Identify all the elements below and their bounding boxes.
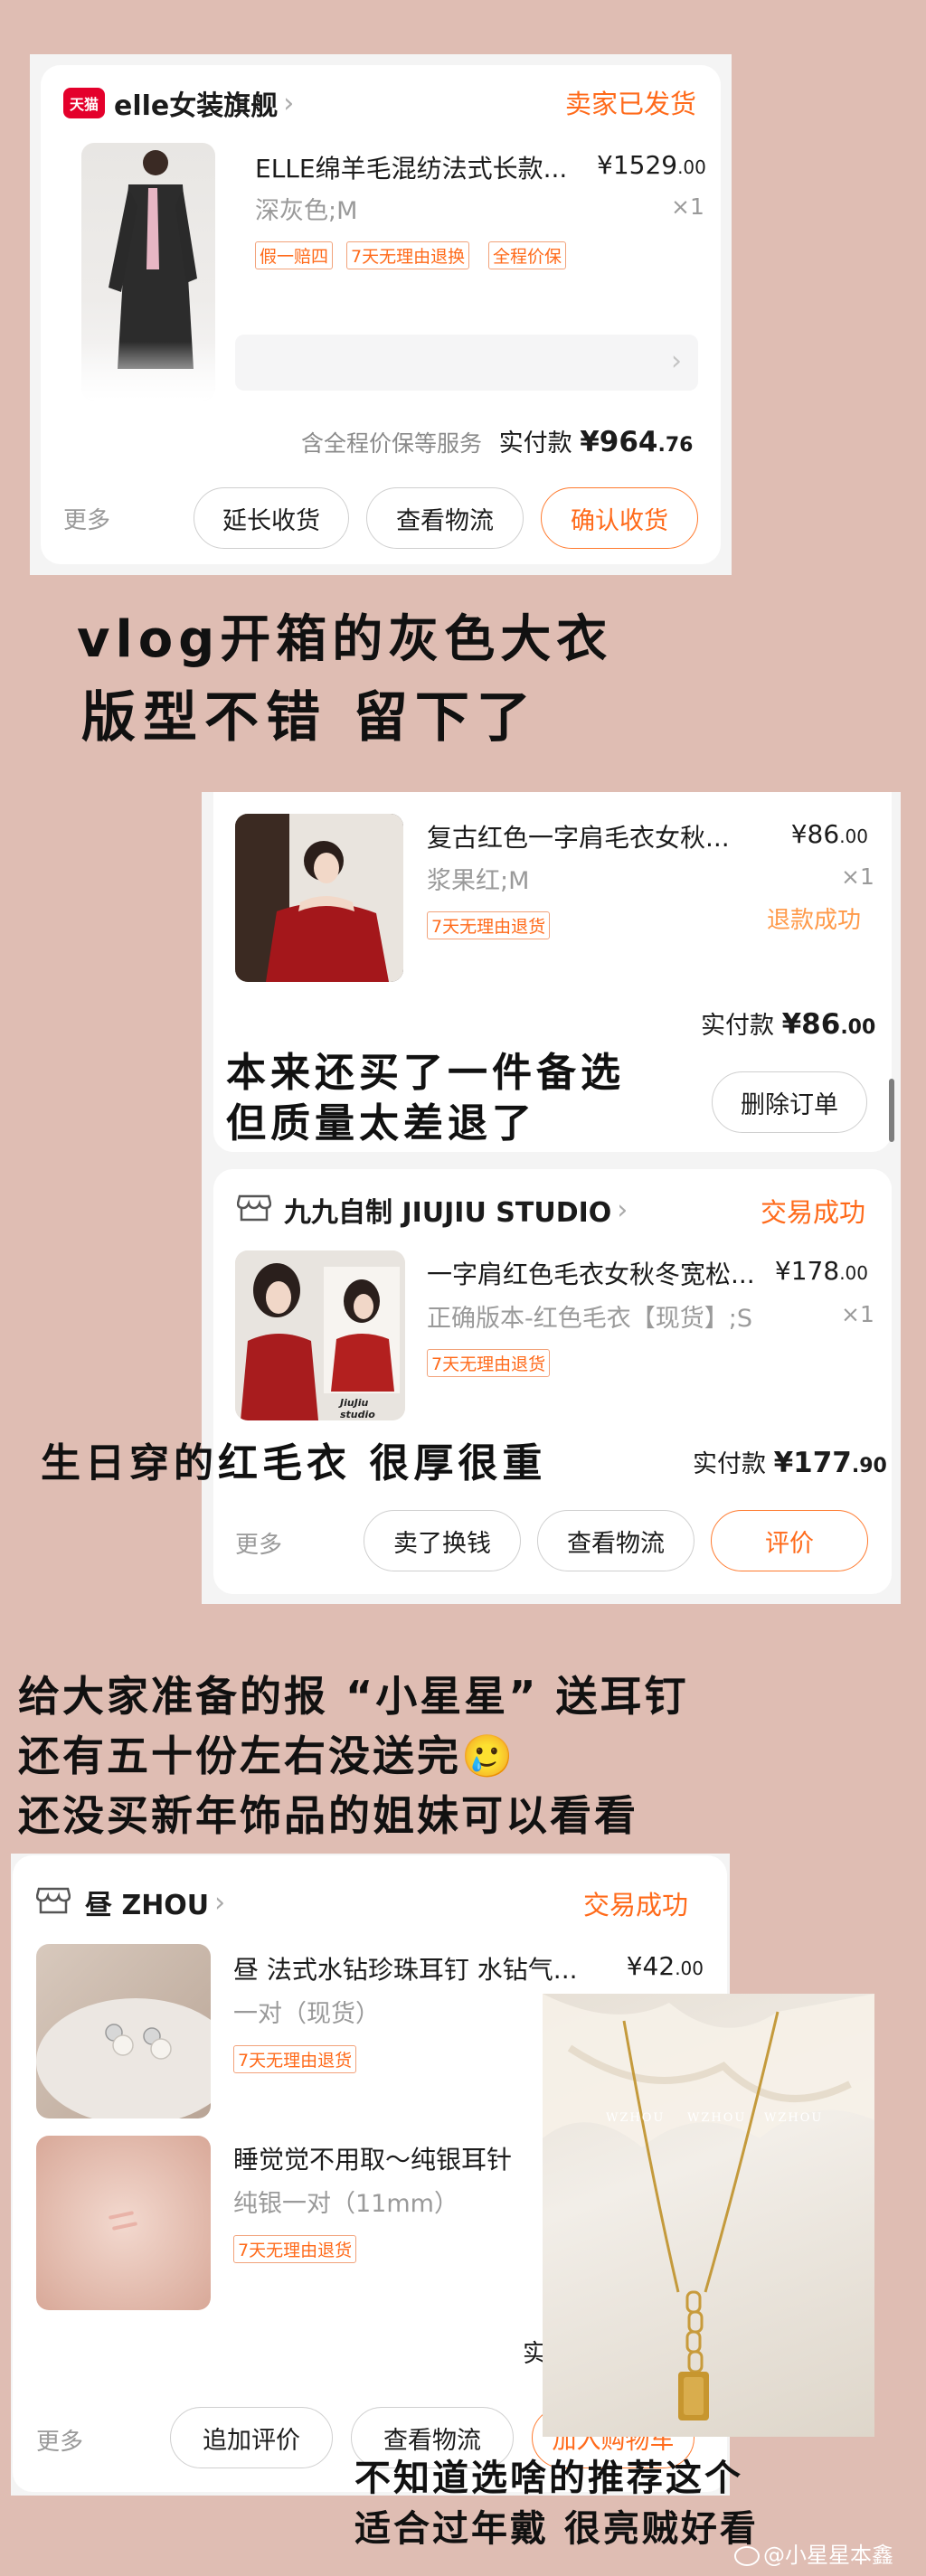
order-status: 交易成功 bbox=[583, 1890, 689, 1920]
product-title[interactable]: ELLE绵羊毛混纺法式长款... bbox=[255, 149, 590, 185]
tag-7day-return: 7天无理由退换 bbox=[346, 241, 470, 269]
chevron-right-icon: › bbox=[671, 345, 682, 377]
shop-name-label: 昼 ZHOU bbox=[85, 1890, 210, 1921]
pearl-earring-product-image[interactable] bbox=[36, 1944, 211, 2118]
product-spec: 正确版本-红色毛衣【现货】;S bbox=[427, 1305, 752, 1333]
add-review-button[interactable]: 追加评价 bbox=[170, 2407, 333, 2468]
silver-ear-stud-product-image[interactable] bbox=[36, 2136, 211, 2310]
view-logistics-button[interactable]: 查看物流 bbox=[537, 1510, 694, 1571]
necklace-photo: WZHOU WZHOU WZHOU bbox=[543, 1994, 874, 2437]
note-birthday-sweater: 生日穿的红毛衣 很厚很重 bbox=[41, 1440, 547, 1486]
tag-7day-return: 7天无理由退货 bbox=[427, 911, 551, 939]
jiujiu-sweater-product-image[interactable]: JiuJiu studio bbox=[235, 1250, 405, 1420]
product-spec: 纯银一对（11mm） bbox=[233, 2190, 458, 2218]
more-link[interactable]: 更多 bbox=[63, 502, 110, 535]
store-icon bbox=[237, 1194, 271, 1222]
coat-product-image[interactable] bbox=[81, 143, 215, 401]
order-status: 交易成功 bbox=[761, 1197, 866, 1228]
chevron-right-icon: › bbox=[214, 1886, 226, 1919]
service-row[interactable]: › bbox=[235, 335, 698, 391]
tag-7day-return: 7天无理由退货 bbox=[233, 2235, 357, 2263]
chevron-right-icon: › bbox=[617, 1194, 628, 1226]
photo-brand-text: WZHOU bbox=[687, 2111, 747, 2125]
note-necklace-line1: 不知道选啥的推荐这个 bbox=[354, 2458, 743, 2499]
product-quantity: ×1 bbox=[671, 193, 704, 220]
tag-7day-return: 7天无理由退货 bbox=[233, 2045, 357, 2073]
product-quantity: ×1 bbox=[841, 863, 874, 890]
product-title[interactable]: 一字肩红色毛衣女秋冬宽松... bbox=[427, 1255, 774, 1291]
note-earrings-line2: 还有五十份左右没送完🥲 bbox=[18, 1731, 516, 1780]
confirm-receipt-button[interactable]: 确认收货 bbox=[541, 487, 698, 549]
product-spec: 深灰色;M bbox=[255, 197, 358, 225]
order1-paid-row: 含全程价保等服务 实付款 ¥964.76 bbox=[301, 426, 694, 458]
order-status: 卖家已发货 bbox=[565, 89, 697, 119]
scrollbar[interactable] bbox=[889, 1079, 894, 1142]
product-title[interactable]: 复古红色一字肩毛衣女秋... bbox=[427, 818, 752, 854]
note-backup-line1: 本来还买了一件备选 bbox=[226, 1050, 625, 1096]
product-spec: 浆果红;M bbox=[427, 867, 530, 895]
view-logistics-button[interactable]: 查看物流 bbox=[366, 487, 524, 549]
product-price: ¥42.00 bbox=[626, 1951, 704, 1981]
photo-brand-text: WZHOU bbox=[606, 2111, 666, 2125]
red-sweater-product-image[interactable] bbox=[235, 814, 403, 982]
store-icon bbox=[36, 1887, 71, 1914]
order2-paid-row: 实付款 ¥86.00 bbox=[701, 1008, 876, 1041]
note-grey-coat-line1: vlog开箱的灰色大衣 bbox=[77, 610, 613, 669]
product-price: ¥86.00 bbox=[790, 819, 868, 849]
product-spec: 一对（现货） bbox=[233, 2000, 380, 2028]
note-backup-line2: 但质量太差退了 bbox=[226, 1100, 536, 1146]
product-price: ¥178.00 bbox=[774, 1256, 868, 1286]
sell-for-cash-button[interactable]: 卖了换钱 bbox=[364, 1510, 521, 1571]
shop-name-label: elle女装旗舰 bbox=[114, 90, 279, 122]
order4-shop-name[interactable]: 昼 ZHOU › bbox=[85, 1882, 225, 1922]
more-link[interactable]: 更多 bbox=[36, 2423, 83, 2457]
more-link[interactable]: 更多 bbox=[235, 1526, 282, 1560]
tag-7day-return: 7天无理由退货 bbox=[427, 1349, 551, 1377]
product-price: ¥1529.00 bbox=[597, 150, 706, 180]
note-necklace-line2: 适合过年戴 很亮贼好看 bbox=[354, 2508, 759, 2550]
weibo-watermark: @小星星本鑫 bbox=[734, 2537, 893, 2569]
image-caption: JiuJiu studio bbox=[340, 1397, 375, 1420]
note-grey-coat-line2: 版型不错 留下了 bbox=[81, 686, 538, 750]
chevron-right-icon: › bbox=[283, 87, 295, 119]
order3-shop-name[interactable]: 九九自制 JIUJIU STUDIO › bbox=[284, 1190, 628, 1230]
order1-shop-name[interactable]: elle女装旗舰 › bbox=[114, 83, 294, 123]
product-title[interactable]: 昼 法式水钻珍珠耳钉 水钻气... bbox=[233, 1950, 613, 1986]
tag-fake-compensation: 假一赔四 bbox=[255, 241, 334, 269]
product-title[interactable]: 睡觉觉不用取～纯银耳针 bbox=[233, 2140, 541, 2176]
note-earrings-line3: 还没买新年饰品的姐妹可以看看 bbox=[18, 1791, 638, 1840]
photo-brand-text: WZHOU bbox=[764, 2111, 824, 2125]
product-quantity: ×1 bbox=[841, 1301, 874, 1327]
delete-order-button[interactable]: 删除订单 bbox=[712, 1071, 867, 1133]
note-earrings-line1: 给大家准备的报 “小星星” 送耳钉 bbox=[18, 1672, 689, 1721]
refund-status: 退款成功 bbox=[767, 907, 862, 934]
tag-price-protection: 全程价保 bbox=[488, 241, 567, 269]
shop-name-label: 九九自制 JIUJIU STUDIO bbox=[284, 1197, 612, 1229]
tmall-badge: 天猫 bbox=[63, 88, 105, 118]
extend-receipt-button[interactable]: 延长收货 bbox=[194, 487, 349, 549]
review-button[interactable]: 评价 bbox=[711, 1510, 868, 1571]
order3-paid-row: 实付款 ¥177.90 bbox=[693, 1447, 887, 1479]
weibo-icon bbox=[734, 2546, 760, 2566]
